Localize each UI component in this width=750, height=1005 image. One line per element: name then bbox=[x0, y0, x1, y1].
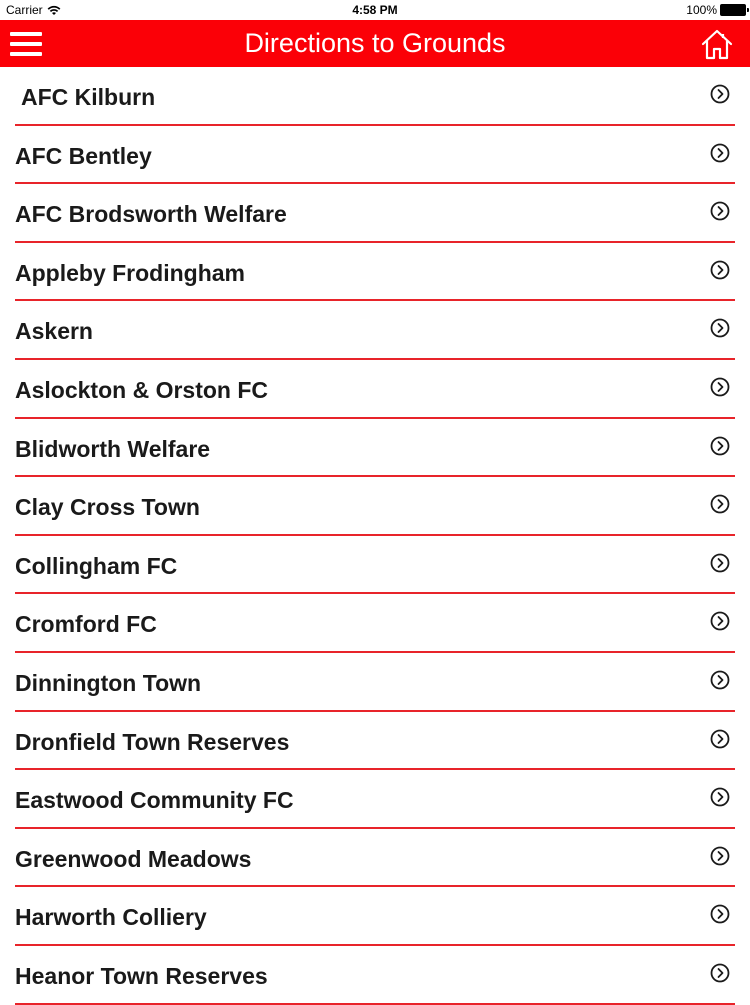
list-item[interactable]: Collingham FC bbox=[0, 536, 750, 595]
chevron-right-circle-icon[interactable] bbox=[710, 260, 730, 280]
list-item[interactable]: Heanor Town Reserves bbox=[0, 946, 750, 1005]
list-item[interactable]: Aslockton & Orston FC bbox=[0, 360, 750, 419]
chevron-right-circle-icon[interactable] bbox=[710, 787, 730, 807]
chevron-right-circle-icon[interactable] bbox=[710, 318, 730, 338]
chevron-right-circle-icon[interactable] bbox=[710, 846, 730, 866]
status-time: 4:58 PM bbox=[352, 3, 398, 17]
list-item[interactable]: Greenwood Meadows bbox=[0, 829, 750, 888]
chevron-right-circle-icon[interactable] bbox=[710, 670, 730, 690]
navigation-bar: Directions to Grounds bbox=[0, 20, 750, 67]
ground-name: Cromford FC bbox=[15, 611, 157, 638]
list-item[interactable]: Clay Cross Town bbox=[0, 477, 750, 536]
ground-name: Collingham FC bbox=[15, 552, 178, 579]
list-item[interactable]: Askern bbox=[0, 301, 750, 360]
status-right: 100% bbox=[686, 3, 749, 17]
list-item[interactable]: AFC Brodsworth Welfare bbox=[0, 184, 750, 243]
ground-name: Harworth Colliery bbox=[15, 904, 207, 931]
home-icon[interactable] bbox=[700, 28, 734, 60]
chevron-right-circle-icon[interactable] bbox=[710, 143, 730, 163]
ground-name: Greenwood Meadows bbox=[15, 845, 252, 872]
chevron-right-circle-icon[interactable] bbox=[710, 729, 730, 749]
ground-name: Eastwood Community FC bbox=[15, 787, 294, 814]
chevron-right-circle-icon[interactable] bbox=[710, 436, 730, 456]
ground-name: Appleby Frodingham bbox=[15, 259, 245, 286]
chevron-right-circle-icon[interactable] bbox=[710, 377, 730, 397]
grounds-list: AFC Kilburn AFC Bentley AFC Brodsworth Wel… bbox=[0, 67, 750, 1005]
ground-name: Dinnington Town bbox=[15, 669, 202, 696]
ground-name: Clay Cross Town bbox=[15, 494, 200, 521]
list-item[interactable]: AFC Bentley bbox=[0, 126, 750, 185]
battery-percent: 100% bbox=[686, 3, 717, 17]
chevron-right-circle-icon[interactable] bbox=[710, 553, 730, 573]
ground-name: AFC Kilburn bbox=[21, 84, 156, 110]
row-divider bbox=[15, 1002, 735, 1005]
list-item[interactable]: Appleby Frodingham bbox=[0, 243, 750, 302]
list-item[interactable]: Cromford FC bbox=[0, 594, 750, 653]
ground-name: Askern bbox=[15, 318, 93, 345]
chevron-right-circle-icon[interactable] bbox=[710, 201, 730, 221]
list-item[interactable]: Harworth Colliery bbox=[0, 887, 750, 946]
list-item[interactable]: AFC Kilburn bbox=[0, 67, 750, 126]
page-title: Directions to Grounds bbox=[244, 28, 506, 58]
list-item[interactable]: Dinnington Town bbox=[0, 653, 750, 712]
ground-name: Blidworth Welfare bbox=[15, 435, 211, 462]
ground-name: Heanor Town Reserves bbox=[15, 962, 268, 989]
chevron-right-circle-icon[interactable] bbox=[710, 611, 730, 631]
ground-name: Dronfield Town Reserves bbox=[15, 728, 290, 755]
status-bar: Carrier 4:58 PM 100% bbox=[0, 0, 750, 20]
chevron-right-circle-icon[interactable] bbox=[710, 963, 730, 983]
chevron-right-circle-icon[interactable] bbox=[710, 494, 730, 514]
list-item[interactable]: Eastwood Community FC bbox=[0, 770, 750, 829]
list-item[interactable]: Blidworth Welfare bbox=[0, 419, 750, 478]
battery-icon bbox=[720, 4, 749, 16]
chevron-right-circle-icon[interactable] bbox=[710, 904, 730, 924]
ground-name: AFC Bentley bbox=[15, 142, 152, 169]
list-item[interactable]: Dronfield Town Reserves bbox=[0, 712, 750, 771]
chevron-right-circle-icon[interactable] bbox=[710, 84, 730, 104]
ground-name: AFC Brodsworth Welfare bbox=[15, 201, 287, 228]
ground-name: Aslockton & Orston FC bbox=[15, 376, 269, 403]
